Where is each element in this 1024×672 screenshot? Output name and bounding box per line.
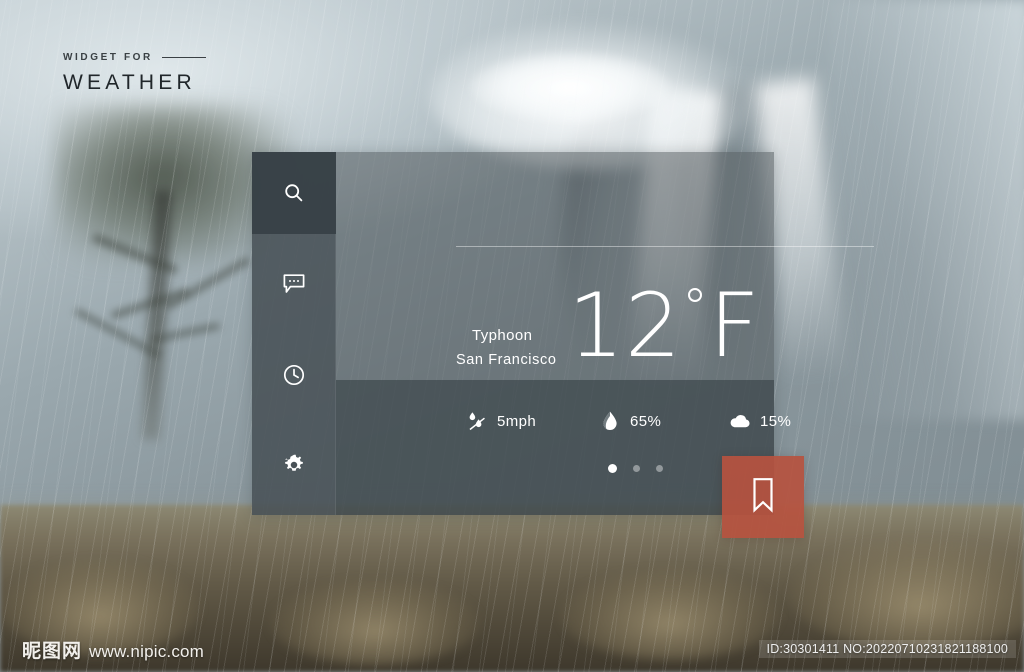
temperature-display: 12°F xyxy=(568,282,761,370)
panel-content: San Francisco Typhoon 12°F 5mph 65% 15% xyxy=(336,152,874,515)
temperature-unit: F xyxy=(708,274,761,377)
pagination-dots xyxy=(608,464,663,473)
right-glow-layer xyxy=(830,0,1024,420)
stat-wind: 5mph xyxy=(466,410,599,432)
pagination-dot-3[interactable] xyxy=(656,465,663,472)
grass-tuft xyxy=(270,580,480,665)
stat-cloud-value: 15% xyxy=(760,412,792,430)
wind-rain-icon xyxy=(466,410,488,432)
asset-id-watermark: ID:30301411 NO:20220710231821188100 xyxy=(758,640,1016,658)
weather-condition: Typhoon xyxy=(472,327,533,344)
gear-icon xyxy=(282,453,306,477)
temperature-value: 12 xyxy=(568,274,682,377)
search-icon xyxy=(282,181,306,205)
brand-block: WIDGET FOR WEATHER xyxy=(63,52,206,95)
location-name[interactable]: San Francisco xyxy=(456,352,556,368)
pagination-dot-2[interactable] xyxy=(633,465,640,472)
degree-symbol: ° xyxy=(681,278,709,339)
sidebar-item-search[interactable] xyxy=(251,152,336,234)
stat-humidity-value: 65% xyxy=(630,412,662,430)
site-watermark-url: www.nipic.com xyxy=(89,642,205,661)
weather-stats-row: 5mph 65% 15% xyxy=(466,410,856,432)
brand-rule xyxy=(161,57,206,58)
widget-sidebar xyxy=(251,152,336,515)
cloud-highlight xyxy=(470,52,670,122)
site-watermark-cn: 昵图网 xyxy=(22,640,83,662)
weather-widget-card: San Francisco Typhoon 12°F 5mph 65% 15% xyxy=(251,152,874,515)
pagination-dot-1[interactable] xyxy=(608,464,617,473)
stat-wind-value: 5mph xyxy=(497,412,537,430)
site-watermark: 昵图网 www.nipic.com xyxy=(22,636,204,663)
brand-word: WEATHER xyxy=(63,71,196,94)
clock-icon xyxy=(282,363,306,387)
header-divider xyxy=(456,246,874,247)
sidebar-item-settings[interactable] xyxy=(252,424,336,506)
cloud-icon xyxy=(729,410,751,432)
bookmark-button[interactable] xyxy=(722,456,804,538)
chat-bubble-icon xyxy=(282,273,306,295)
sidebar-item-messages[interactable] xyxy=(252,243,336,325)
bookmark-icon xyxy=(748,476,778,519)
brand-kicker-text: WIDGET FOR xyxy=(63,52,153,63)
sidebar-item-history[interactable] xyxy=(252,334,336,416)
humidity-drop-icon xyxy=(599,410,621,432)
stat-humidity: 65% xyxy=(599,410,729,432)
widget-main-panel: San Francisco Typhoon 12°F 5mph 65% 15% xyxy=(336,152,874,515)
grass-tuft xyxy=(560,570,780,660)
brand-kicker: WIDGET FOR xyxy=(63,52,206,63)
stat-cloud-cover: 15% xyxy=(729,410,791,432)
